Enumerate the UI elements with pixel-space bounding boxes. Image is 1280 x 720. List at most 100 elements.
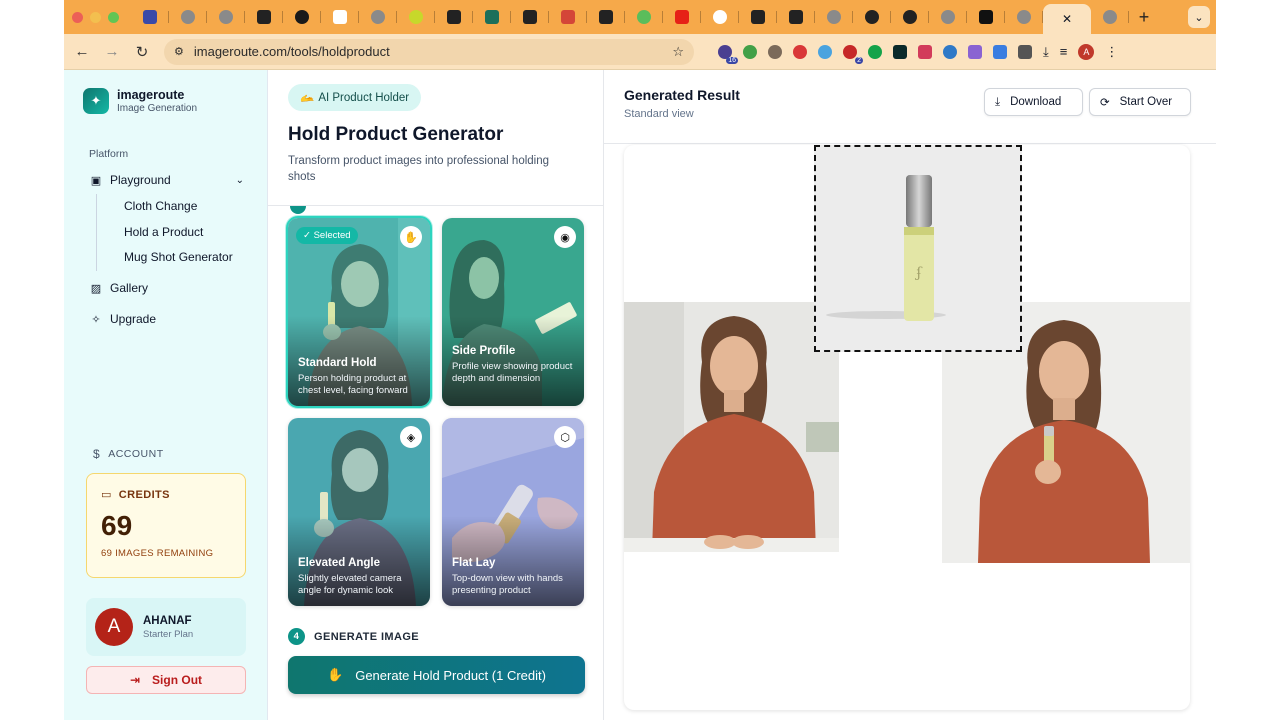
tool-badge: 🫴 AI Product Holder [288, 84, 422, 111]
extensions-puzzle-icon[interactable] [1018, 44, 1032, 59]
style-card-standard-hold[interactable]: ✓ Selected ✋ Standard Hold Person holdin… [286, 216, 432, 408]
app-root: ✦ imageroute Image Generation Platform ▣… [64, 70, 1216, 720]
browser-menu-icon[interactable]: ⋮ [1105, 44, 1118, 60]
browser-tab[interactable] [1005, 0, 1043, 34]
sidebar-item-playground[interactable]: ▣ Playground ⌄ [82, 168, 250, 192]
generate-button-label: Generate Hold Product (1 Credit) [355, 667, 546, 683]
extension-badge: 2 [855, 56, 863, 64]
site-settings-icon[interactable]: ⚙ [174, 45, 184, 58]
browser-tab[interactable] [245, 0, 283, 34]
avatar: A [95, 608, 133, 646]
extension-icon[interactable] [943, 44, 957, 59]
start-over-label: Start Over [1119, 96, 1173, 108]
browser-tab[interactable] [663, 0, 701, 34]
browser-tab[interactable] [777, 0, 815, 34]
extension-icon[interactable] [868, 44, 882, 59]
browser-tab[interactable] [815, 0, 853, 34]
user-name: AHANAF [143, 614, 192, 627]
style-card-title: Elevated Angle [298, 557, 381, 569]
sidebar-item-hold-a-product[interactable]: Hold a Product [96, 219, 250, 245]
new-tab-button[interactable]: + [1129, 7, 1159, 28]
browser-tab[interactable] [549, 0, 587, 34]
browser-tab[interactable] [131, 0, 169, 34]
tool-panel: 🫴 AI Product Holder Hold Product Generat… [268, 70, 604, 720]
browser-tab[interactable] [435, 0, 473, 34]
extension-icon[interactable] [918, 44, 932, 59]
sidebar-item-mug-shot-generator[interactable]: Mug Shot Generator [96, 245, 250, 271]
sidebar-item-label: Gallery [110, 281, 149, 295]
browser-tab[interactable] [207, 0, 245, 34]
result-subtitle: Standard view [624, 108, 694, 120]
browser-tab[interactable] [587, 0, 625, 34]
close-tab-icon[interactable]: ✕ [1062, 12, 1072, 26]
style-card-title: Side Profile [452, 345, 516, 357]
active-tab[interactable]: ✕ [1043, 4, 1091, 34]
browser-tab[interactable] [321, 0, 359, 34]
maximize-window-button[interactable] [108, 11, 119, 23]
style-card-elevated-angle[interactable]: ◈ Elevated Angle Slightly elevated camer… [288, 418, 430, 606]
step-label-text: GENERATE IMAGE [314, 630, 420, 643]
sidebar-item-cloth-change[interactable]: Cloth Change [96, 194, 250, 220]
tab-search-icon[interactable]: ⌄ [1188, 6, 1210, 28]
sidebar-item-label: Playground [110, 173, 171, 187]
browser-tab[interactable] [853, 0, 891, 34]
browser-tab[interactable] [359, 0, 397, 34]
box-icon: ⬡ [554, 426, 576, 448]
minimize-window-button[interactable] [90, 11, 101, 23]
extension-icon[interactable] [743, 44, 757, 59]
extension-icon[interactable] [893, 44, 907, 59]
browser-tab[interactable] [511, 0, 549, 34]
extension-icon[interactable] [818, 44, 832, 59]
browser-tab[interactable] [473, 0, 511, 34]
browser-tab[interactable] [701, 0, 739, 34]
extension-icon[interactable] [968, 44, 982, 59]
hand-icon: ✋ [400, 226, 422, 248]
start-over-button[interactable]: ⟳ Start Over [1089, 88, 1191, 116]
selected-badge: ✓ Selected [296, 227, 358, 244]
close-window-button[interactable] [72, 11, 83, 23]
extension-icon[interactable] [993, 44, 1007, 59]
reload-icon[interactable]: ↻ [134, 43, 150, 61]
style-card-side-profile[interactable]: ◉ Side Profile Profile view showing prod… [442, 218, 584, 406]
forward-icon[interactable]: → [104, 43, 120, 60]
product-photo: ʄ [814, 145, 1022, 352]
brand-subtitle: Image Generation [117, 103, 198, 114]
style-card-flat-lay[interactable]: ⬡ Flat Lay Top-down view with hands pres… [442, 418, 584, 606]
extension-icon[interactable] [768, 44, 782, 59]
media-control-icon[interactable]: ≡ [1060, 44, 1068, 59]
generate-button[interactable]: ✋ Generate Hold Product (1 Credit) [288, 656, 585, 694]
browser-tab[interactable] [283, 0, 321, 34]
browser-tab[interactable] [397, 0, 435, 34]
browser-tab[interactable] [625, 0, 663, 34]
chevron-down-icon[interactable]: ⌄ [236, 175, 244, 186]
sidebar-item-upgrade[interactable]: ✧ Upgrade [82, 306, 250, 333]
sign-out-button[interactable]: ⇥ Sign Out [86, 666, 246, 694]
extension-icon[interactable]: 2 [843, 44, 863, 64]
result-title: Generated Result [624, 87, 740, 103]
account-label-text: ACCOUNT [108, 448, 164, 460]
browser-tab[interactable] [1091, 0, 1129, 34]
extension-icon[interactable] [793, 44, 807, 59]
extension-badge: 16 [726, 56, 738, 64]
brand[interactable]: ✦ imageroute Image Generation [64, 70, 267, 114]
user-card[interactable]: A AHANAF Starter Plan [86, 598, 246, 656]
downloads-icon[interactable]: ⤓ [1043, 44, 1049, 60]
result-panel: Generated Result Standard view ⤓ Downloa… [604, 70, 1216, 720]
bookmark-star-icon[interactable]: ☆ [672, 44, 684, 60]
browser-tab[interactable] [739, 0, 777, 34]
result-canvas: ʄ [624, 145, 1190, 710]
browser-tab[interactable] [891, 0, 929, 34]
profile-avatar[interactable]: A [1078, 43, 1095, 60]
url-field[interactable]: ⚙ imageroute.com/tools/holdproduct ☆ [164, 38, 694, 65]
download-button[interactable]: ⤓ Download [984, 88, 1083, 116]
account-section-label: $ ACCOUNT [93, 447, 164, 461]
back-icon[interactable]: ← [74, 43, 90, 60]
browser-tab[interactable] [967, 0, 1005, 34]
sidebar-item-gallery[interactable]: ▨ Gallery [82, 275, 250, 302]
style-card-desc: Person holding product at chest level, f… [298, 373, 408, 396]
extension-icon[interactable]: 16 [718, 44, 738, 64]
browser-tab[interactable] [169, 0, 207, 34]
browser-tab[interactable] [929, 0, 967, 34]
style-card-desc: Top-down view with hands presenting prod… [452, 573, 563, 596]
layers-icon: ◈ [400, 426, 422, 448]
